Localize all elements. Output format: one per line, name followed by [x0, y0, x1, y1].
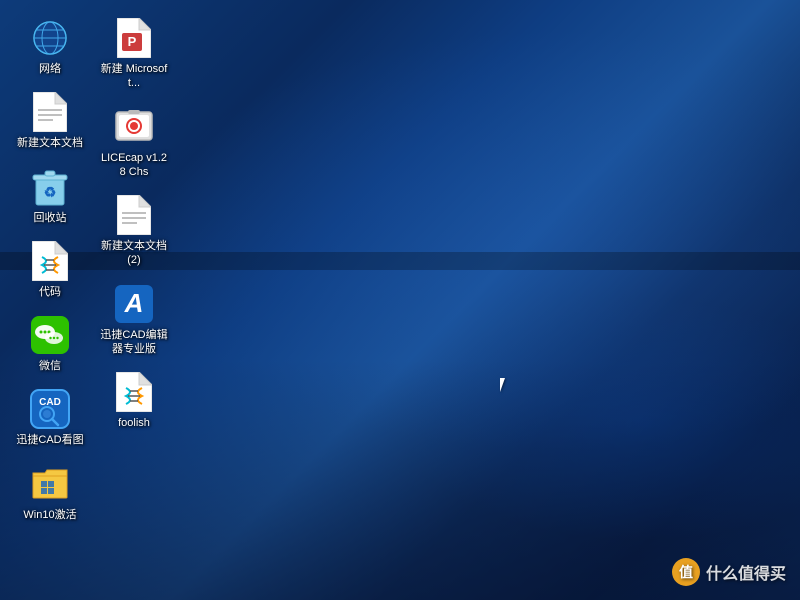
svg-text:P: P: [128, 34, 137, 49]
cad-viewer-label: 迅捷CAD看图: [16, 433, 83, 447]
desktop-icon-licecap[interactable]: LICEcap v1.28 Chs: [94, 101, 174, 186]
new-ppt-label: 新建 Microsoft...: [98, 62, 170, 91]
recycle-bin-icon: ♻: [30, 167, 70, 207]
desktop-icon-area: 网络 新建文本文档 ♻: [0, 0, 220, 580]
desktop-icon-new-text-doc-2[interactable]: 新建文本文档 (2): [94, 189, 174, 274]
win10-label: Win10激活: [23, 508, 76, 522]
new-text-doc-2-label: 新建文本文档 (2): [98, 239, 170, 268]
text-doc-2-icon: [114, 195, 154, 235]
watermark-badge-text: 值: [679, 562, 693, 582]
mouse-cursor: [500, 378, 512, 396]
ppt-doc-icon: P: [114, 18, 154, 58]
network-icon: [30, 18, 70, 58]
desktop-icon-code[interactable]: 代码: [10, 235, 90, 305]
foolish-label: foolish: [118, 416, 150, 430]
cad-editor-label: 迅捷CAD编辑器专业版: [98, 328, 170, 357]
desktop-icon-win10[interactable]: Win10激活: [10, 458, 90, 528]
desktop-icon-new-ppt[interactable]: P 新建 Microsoft...: [94, 12, 174, 97]
svg-text:A: A: [124, 288, 144, 318]
watermark-badge: 值: [672, 558, 700, 586]
watermark: 值 什么值得买: [672, 558, 786, 586]
desktop-icon-cad-viewer[interactable]: CAD 迅捷CAD看图: [10, 383, 90, 453]
network-label: 网络: [39, 62, 61, 76]
cad-viewer-icon: CAD: [30, 389, 70, 429]
win10-activate-icon: [30, 464, 70, 504]
wechat-icon: [30, 315, 70, 355]
desktop-icon-cad-editor[interactable]: A 迅捷CAD编辑器专业版: [94, 278, 174, 363]
svg-text:♻: ♻: [44, 184, 57, 200]
licecap-label: LICEcap v1.28 Chs: [98, 151, 170, 180]
svg-text:CAD: CAD: [39, 397, 61, 408]
watermark-text: 什么值得买: [706, 560, 786, 584]
desktop-icon-new-text-doc-1[interactable]: 新建文本文档: [10, 86, 90, 156]
code-label: 代码: [39, 285, 61, 299]
desktop-icon-foolish[interactable]: foolish: [94, 366, 174, 436]
recycle-bin-label: 回收站: [34, 211, 67, 225]
new-text-doc-1-label: 新建文本文档: [17, 136, 83, 150]
desktop-icon-recycle-bin[interactable]: ♻ 回收站: [10, 161, 90, 231]
licecap-icon: [114, 107, 154, 147]
desktop-icon-wechat[interactable]: 微信: [10, 309, 90, 379]
cad-editor-icon: A: [114, 284, 154, 324]
text-doc-icon: [30, 92, 70, 132]
foolish-icon: [114, 372, 154, 412]
desktop-icon-network[interactable]: 网络: [10, 12, 90, 82]
wechat-label: 微信: [39, 359, 61, 373]
dna-icon: [30, 241, 70, 281]
